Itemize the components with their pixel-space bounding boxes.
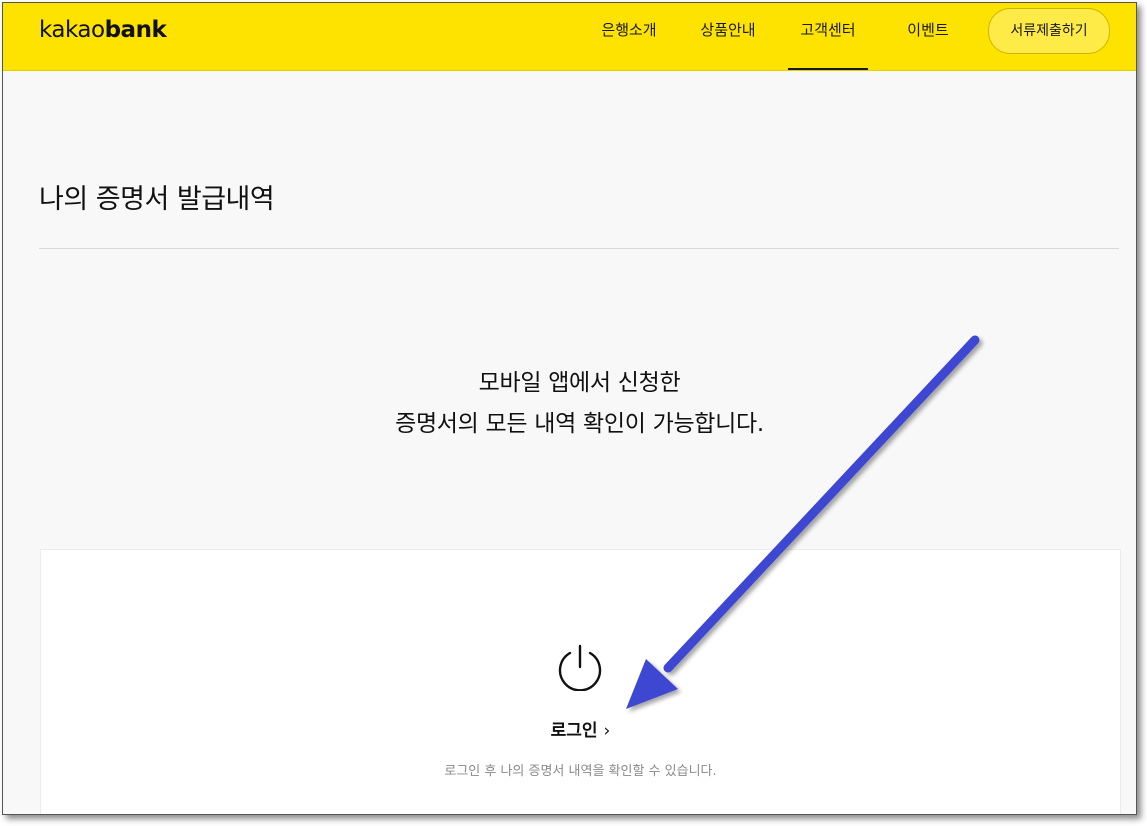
- main-nav: 은행소개 상품안내 고객센터 이벤트: [3, 3, 1136, 70]
- nav-item-about[interactable]: 은행소개: [599, 3, 659, 70]
- site-header: kakaobank 은행소개 상품안내 고객센터 이벤트 서류제출하기: [3, 3, 1136, 71]
- nav-item-customer-center[interactable]: 고객센터: [788, 3, 868, 70]
- intro-line-1: 모바일 앱에서 신청한: [478, 370, 681, 396]
- login-description: 로그인 후 나의 증명서 내역을 확인할 수 있습니다.: [444, 764, 717, 779]
- chevron-right-icon: ›: [603, 721, 611, 741]
- login-link[interactable]: 로그인 ›: [41, 716, 1120, 741]
- intro-message: 모바일 앱에서 신청한 증명서의 모든 내역 확인이 가능합니다.: [3, 363, 1136, 445]
- page-title: 나의 증명서 발급내역: [39, 184, 275, 215]
- nav-item-events[interactable]: 이벤트: [902, 3, 954, 70]
- submit-documents-button[interactable]: 서류제출하기: [988, 8, 1110, 54]
- intro-line-2: 증명서의 모든 내역 확인이 가능합니다.: [395, 411, 764, 437]
- login-label: 로그인: [550, 721, 598, 741]
- login-card: 로그인 › 로그인 후 나의 증명서 내역을 확인할 수 있습니다.: [40, 549, 1121, 814]
- nav-item-products[interactable]: 상품안내: [698, 3, 758, 70]
- title-divider: [39, 248, 1119, 249]
- power-icon[interactable]: [556, 643, 604, 691]
- browser-viewport: kakaobank 은행소개 상품안내 고객센터 이벤트 서류제출하기 나의 증…: [2, 2, 1137, 815]
